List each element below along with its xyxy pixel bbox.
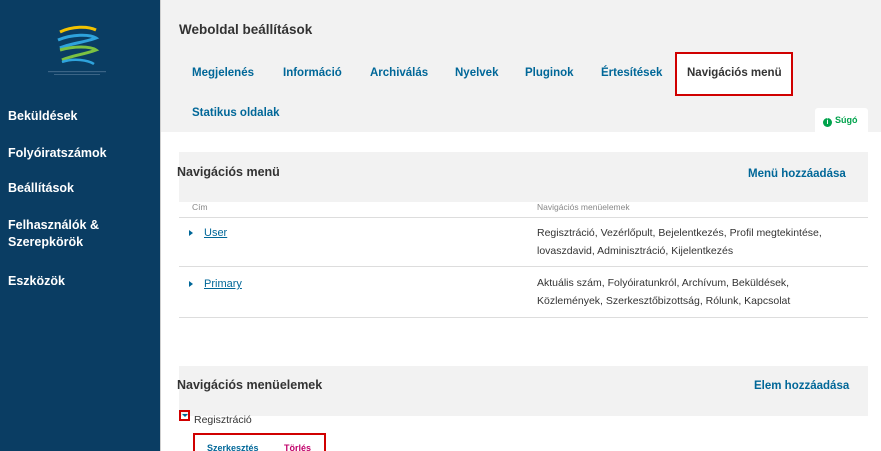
sidebar: Beküldések Folyóiratszámok Beállítások F… bbox=[0, 0, 160, 451]
sidebar-item-users-line1: Felhasználók & bbox=[8, 218, 99, 232]
tab-appearance[interactable]: Megjelenés bbox=[192, 67, 254, 79]
sidebar-item-submissions[interactable]: Beküldések bbox=[8, 108, 77, 124]
menu-link-primary[interactable]: Primary bbox=[204, 278, 242, 290]
tab-plugins[interactable]: Pluginok bbox=[525, 67, 574, 79]
sidebar-item-users-line2: Szerepkörök bbox=[8, 235, 84, 249]
app-logo-icon bbox=[57, 25, 100, 66]
column-header-menu-items: Navigációs menüelemek bbox=[537, 202, 630, 212]
divider bbox=[179, 217, 868, 218]
expand-row-icon[interactable] bbox=[189, 281, 193, 287]
add-item-link[interactable]: Elem hozzáadása bbox=[754, 380, 849, 392]
menu-items-primary-line1: Aktuális szám, Folyóiratunkról, Archívum… bbox=[537, 277, 790, 289]
logo-caption-decoration bbox=[48, 71, 106, 75]
tab-navigation-menu[interactable]: Navigációs menü bbox=[675, 52, 793, 96]
menu-items-primary-line2: Közlemények, Szerkesztőbizottság, Rólunk… bbox=[537, 295, 791, 307]
sidebar-item-settings[interactable]: Beállítások bbox=[8, 180, 74, 196]
delete-button[interactable]: Törlés bbox=[284, 443, 311, 451]
help-label: Súgó bbox=[835, 115, 858, 125]
collapse-item-icon[interactable] bbox=[179, 410, 190, 421]
tab-archiving[interactable]: Archiválás bbox=[370, 67, 428, 79]
sidebar-item-issues[interactable]: Folyóiratszámok bbox=[8, 145, 107, 161]
help-icon: i bbox=[823, 118, 832, 127]
menus-panel-title: Navigációs menü bbox=[177, 165, 280, 179]
menu-items-user-line1: Regisztráció, Vezérlőpult, Bejelentkezés… bbox=[537, 227, 822, 239]
menu-items-user-line2: lovaszdavid, Adminisztráció, Kijelentkez… bbox=[537, 245, 734, 257]
tab-languages[interactable]: Nyelvek bbox=[455, 67, 498, 79]
edit-button[interactable]: Szerkesztés bbox=[207, 443, 259, 451]
page-title: Weboldal beállítások bbox=[179, 22, 313, 37]
add-menu-link[interactable]: Menü hozzáadása bbox=[748, 168, 846, 180]
divider bbox=[179, 266, 868, 267]
tab-notifications[interactable]: Értesítések bbox=[601, 67, 662, 79]
tab-static-pages[interactable]: Statikus oldalak bbox=[192, 107, 280, 119]
items-panel-title: Navigációs menüelemek bbox=[177, 378, 323, 392]
menu-item-label: Regisztráció bbox=[194, 414, 252, 426]
column-header-title: Cím bbox=[192, 202, 208, 212]
tab-information[interactable]: Információ bbox=[283, 67, 342, 79]
menu-link-user[interactable]: User bbox=[204, 227, 227, 239]
sidebar-item-tools[interactable]: Eszközök bbox=[8, 273, 65, 289]
expand-row-icon[interactable] bbox=[189, 230, 193, 236]
divider bbox=[179, 317, 868, 318]
help-button[interactable]: i Súgó bbox=[815, 108, 868, 132]
